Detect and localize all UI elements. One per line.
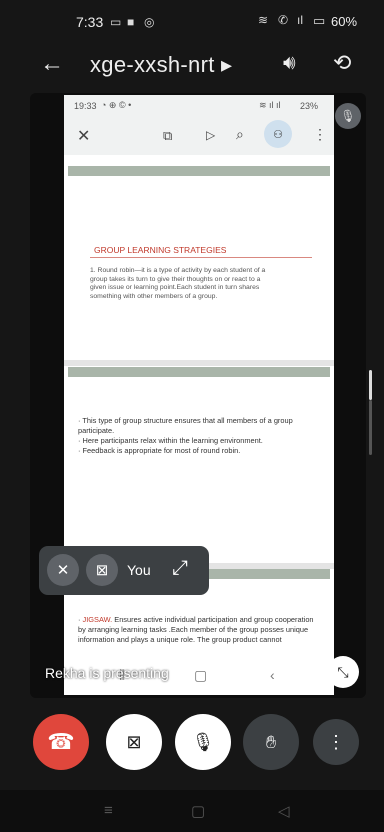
more-vert-icon: ⋮ (327, 731, 345, 752)
scroll-indicator (369, 370, 372, 400)
cast-icon: ⧉ (163, 128, 173, 143)
slide-jigsaw-text: · JIGSAW. Ensures active individual part… (78, 615, 314, 644)
battery-icon: ▭ (313, 13, 326, 28)
speaker-icon[interactable]: 🔊︎ (283, 52, 296, 75)
close-icon: ✕ (77, 128, 91, 145)
more-vert-icon: ⋮ (313, 126, 327, 142)
add-person-icon: ⚇ (264, 120, 292, 148)
shared-screen: 19:33 ◔ ⊕ © • ≋ ıl ıl 23% ✕ ⧉ ▷ ⌕ ⚇ ⋮ GR… (64, 95, 334, 695)
arrow-left-icon[interactable]: ← (40, 50, 64, 78)
self-view-label: You (127, 562, 151, 578)
shared-status-icons: ◔ ⊕ © • (101, 100, 132, 110)
shared-status-bar: 19:33 ◔ ⊕ © • ≋ ıl ıl 23% (64, 95, 334, 117)
navigation-bar: ≡ ▢ ◁ (0, 790, 384, 832)
expand-icon[interactable]: ⤢ (172, 557, 188, 580)
mic-off-icon[interactable]: ✕ (47, 554, 79, 586)
hand-icon: ✋︎ (265, 731, 277, 752)
slide-header-bar (68, 166, 330, 176)
signal-icon: ıl (297, 13, 303, 27)
exit-fullscreen-icon[interactable]: ⤡ (327, 656, 359, 688)
mic-off-icon: 🎙︎ (335, 103, 361, 129)
meeting-code[interactable]: xge-xxsh-nrt ▸ (90, 52, 232, 78)
bullet-item: · Feedback is appropriate for most of ro… (78, 445, 241, 455)
video-toggle-button[interactable]: ⊠ (106, 714, 162, 770)
mic-toggle-button[interactable]: 🎙︎ (175, 714, 231, 770)
end-call-button[interactable]: ☎ (33, 714, 89, 770)
facebook-icon: ■ (127, 15, 135, 29)
slide-header-bar (68, 367, 330, 377)
self-view[interactable]: ✕ ⊠ You ⤢ (39, 546, 209, 595)
bullet-item: · Here participants relax within the lea… (78, 435, 263, 445)
scroll-track (369, 400, 372, 455)
battery-percent: 60% (331, 14, 358, 29)
slide-title-underline (90, 257, 312, 258)
shared-toolbar: ✕ ⧉ ▷ ⌕ ⚇ ⋮ (64, 117, 334, 155)
home-icon[interactable]: ▢ (191, 802, 205, 820)
recents-icon[interactable]: ≡ (104, 802, 113, 819)
wifi-icon: ≋ (258, 13, 269, 27)
search-icon: ⌕ (236, 126, 244, 142)
presenter-label: Rekha is presenting (45, 665, 169, 681)
raise-hand-button[interactable]: ✋︎ (243, 714, 299, 770)
message-icon: ▭ (110, 15, 122, 29)
status-time: 7:33 (76, 14, 104, 30)
video-off-icon[interactable]: ⊠ (86, 554, 118, 586)
shared-battery: 23% (300, 101, 319, 111)
slide-title: GROUP LEARNING STRATEGIES (94, 245, 227, 255)
back-icon[interactable]: ◁ (278, 802, 290, 820)
switch-camera-icon[interactable]: ⟲ (333, 50, 351, 76)
shared-nav-home: ▢ (194, 667, 208, 683)
slide-bullets: · This type of group structure ensures t… (78, 416, 316, 456)
shared-status-time: 19:33 (74, 101, 97, 111)
video-off-icon: ⊠ (126, 731, 142, 752)
shared-nav-back: ‹ (270, 667, 275, 683)
status-bar: 7:33 ▭ ■ ◎ ≋ ✆ ıl ▭ 60% (0, 0, 384, 44)
call-icon: ✆ (278, 13, 289, 27)
instagram-icon: ◎ (144, 15, 155, 29)
bullet-item: · This type of group structure ensures t… (78, 416, 293, 435)
mic-off-icon: 🎙︎ (191, 731, 215, 752)
play-icon: ▷ (206, 128, 216, 142)
slide-body: 1. Round robin—it is a type of activity … (90, 267, 266, 300)
shared-signal-icon: ≋ ıl ıl (259, 100, 281, 110)
phone-hangup-icon: ☎ (47, 729, 75, 754)
more-options-button[interactable]: ⋮ (313, 719, 359, 765)
slide-separator (64, 360, 334, 366)
